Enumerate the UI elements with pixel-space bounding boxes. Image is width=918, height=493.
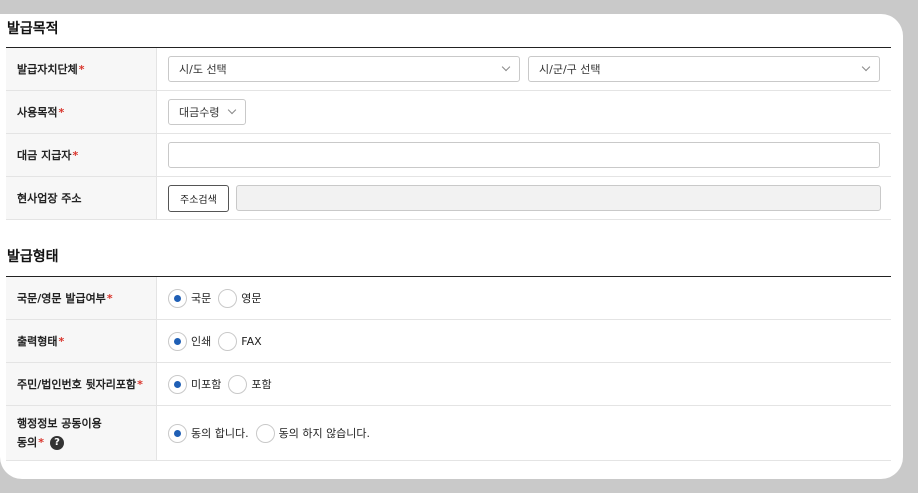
payer-input[interactable] [168,142,880,168]
required-mark: * [106,291,113,305]
required-mark: * [58,334,65,348]
required-mark: * [72,148,79,162]
radio-indicator [168,331,187,351]
radio-indicator [228,374,248,394]
label-language: 국문/영문 발급여부* [6,277,157,319]
sigungu-select[interactable]: 시/군/구 선택 [528,56,880,82]
radio-korean[interactable]: 국문 [168,288,211,308]
label-payer: 대금 지급자* [6,134,157,176]
row-payer: 대금 지급자* [6,134,891,177]
purpose-select[interactable]: 대금수령 [168,99,246,125]
label-address: 현사업장 주소 [6,177,157,219]
radio-indicator [168,423,187,443]
radio-agree[interactable]: 동의 합니다. [168,423,249,443]
row-consent: 행정정보 공동이용 동의*? 동의 합니다. 동의 하지 않습니다. [6,406,891,461]
required-mark: * [137,377,143,391]
chevron-down-icon [501,62,511,72]
radio-indicator [218,288,238,308]
radio-indicator [218,331,238,351]
radio-include[interactable]: 포함 [228,374,272,394]
radio-exclude[interactable]: 미포함 [168,374,221,394]
radio-disagree[interactable]: 동의 하지 않습니다. [255,423,370,443]
row-language: 국문/영문 발급여부* 국문 영문 [6,277,891,320]
row-issuer: 발급자치단체* 시/도 선택 시/군/구 선택 [6,48,891,91]
chevron-down-icon [861,62,871,72]
form-panel: 발급목적 발급자치단체* 시/도 선택 시/군/구 선택 사용목적* 대금수령 [0,14,903,479]
label-output: 출력형태* [6,320,157,362]
radio-indicator [255,423,275,443]
help-icon[interactable]: ? [50,436,65,450]
address-search-button[interactable]: 주소검색 [168,184,229,212]
row-output: 출력형태* 인쇄 FAX [6,320,891,363]
section-title-format: 발급형태 [7,249,59,265]
radio-indicator [168,374,187,394]
chevron-down-icon [227,105,237,115]
sido-select[interactable]: 시/도 선택 [168,56,520,82]
row-purpose: 사용목적* 대금수령 [6,91,891,134]
row-idnum: 주민/법인번호 뒷자리포함* 미포함 포함 [6,363,891,406]
radio-english[interactable]: 영문 [218,288,262,308]
required-mark: * [78,62,85,76]
radio-indicator [168,288,187,308]
label-consent: 행정정보 공동이용 동의*? [6,406,157,460]
required-mark: * [38,436,45,449]
label-idnum: 주민/법인번호 뒷자리포함* [6,363,157,405]
section-title-purpose: 발급목적 [7,21,59,37]
radio-print[interactable]: 인쇄 [168,331,211,351]
row-address: 현사업장 주소 주소검색 [6,177,891,220]
label-issuer: 발급자치단체* [6,48,157,90]
label-purpose: 사용목적* [6,91,157,133]
radio-fax[interactable]: FAX [218,331,262,351]
required-mark: * [58,105,65,119]
address-input [235,185,881,211]
